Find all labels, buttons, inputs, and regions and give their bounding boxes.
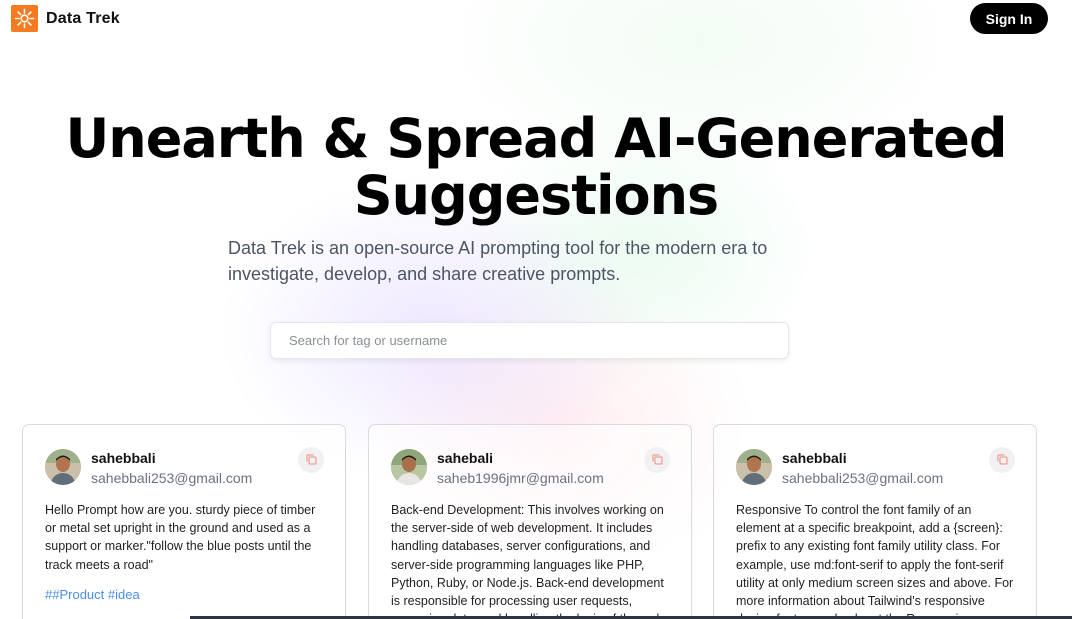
copy-button[interactable] bbox=[644, 447, 670, 473]
hero-title: Unearth & Spread AI-Generated Suggestion… bbox=[0, 110, 1072, 224]
copy-icon bbox=[652, 453, 663, 468]
copy-icon bbox=[997, 453, 1008, 468]
email: sahebbali253@gmail.com bbox=[91, 470, 253, 486]
prompt-card: sahebali saheb1996jmr@gmail.com Back-end… bbox=[368, 424, 692, 619]
prompt-card: sahebbali sahebbali253@gmail.com Respons… bbox=[713, 424, 1037, 619]
email: saheb1996jmr@gmail.com bbox=[437, 470, 604, 486]
prompt-text: Responsive To control the font family of… bbox=[736, 503, 1014, 619]
hero-description: Data Trek is an open-source AI prompting… bbox=[228, 238, 768, 284]
copy-button[interactable] bbox=[989, 447, 1015, 473]
hero-title-line-1: Unearth & Spread AI-Generated bbox=[65, 107, 1007, 170]
email: sahebbali253@gmail.com bbox=[782, 470, 944, 486]
avatar[interactable] bbox=[391, 449, 427, 485]
hero-title-line-2: Suggestions bbox=[353, 164, 719, 227]
username[interactable]: sahebbali bbox=[91, 450, 156, 466]
username[interactable]: sahebali bbox=[437, 450, 493, 466]
brand[interactable]: Data Trek bbox=[11, 5, 120, 32]
search-input[interactable] bbox=[270, 322, 789, 359]
avatar[interactable] bbox=[736, 449, 772, 485]
copy-button[interactable] bbox=[298, 447, 324, 473]
prompt-text: Back-end Development: This involves work… bbox=[391, 503, 664, 619]
avatar[interactable] bbox=[45, 449, 81, 485]
sign-in-button[interactable]: Sign In bbox=[970, 3, 1048, 34]
sunburst-logo-icon bbox=[11, 5, 38, 32]
brand-name: Data Trek bbox=[46, 9, 120, 27]
prompt-card: sahebbali sahebbali253@gmail.com Hello P… bbox=[22, 424, 346, 619]
prompt-tags[interactable]: ##Product #idea bbox=[45, 587, 140, 602]
prompt-text: Hello Prompt how are you. sturdy piece o… bbox=[45, 503, 316, 572]
copy-icon bbox=[306, 453, 317, 468]
username[interactable]: sahebbali bbox=[782, 450, 847, 466]
top-nav: Data Trek Sign In bbox=[0, 0, 1072, 40]
